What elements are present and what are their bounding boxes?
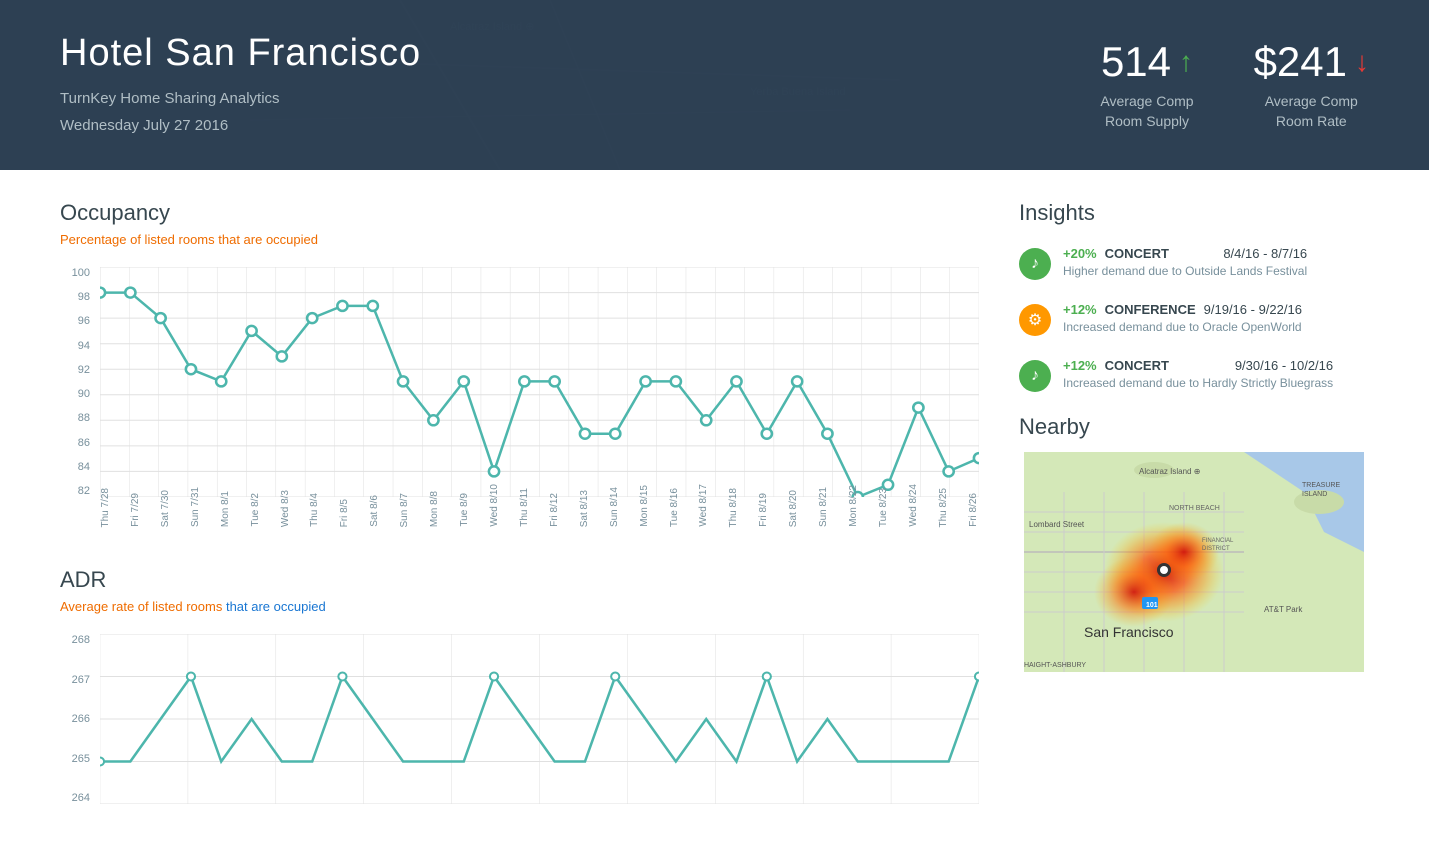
- insight-content-1: +20% CONCERT 8/4/16 - 8/7/16 Higher dema…: [1063, 246, 1307, 278]
- adr-subtitle: Average rate of listed rooms that are oc…: [60, 599, 979, 614]
- subtitle-line1: TurnKey Home Sharing Analytics: [60, 85, 421, 112]
- main-content: Occupancy Percentage of listed rooms tha…: [0, 170, 1429, 864]
- insight-item-2: ⚙ +12% CONFERENCE 9/19/16 - 9/22/16 Incr…: [1019, 302, 1369, 336]
- insight-desc-1: Higher demand due to Outside Lands Festi…: [1063, 264, 1307, 278]
- insight-icon-concert-1: ♪: [1019, 248, 1051, 280]
- insight-pct-2: +12%: [1063, 302, 1097, 317]
- insight-date-1: 8/4/16 - 8/7/16: [1223, 246, 1307, 261]
- occupancy-svg: [100, 267, 979, 497]
- stat-value-rate: $241 ↓: [1254, 38, 1369, 86]
- stat-value-supply: 514 ↑: [1100, 38, 1193, 86]
- svg-text:San Francisco: San Francisco: [1084, 624, 1174, 640]
- insights-section: Insights ♪ +20% CONCERT 8/4/16 - 8/7/16 …: [1019, 200, 1369, 392]
- header-stats: 514 ↑ Average Comp Room Supply $241 ↓ Av…: [1100, 38, 1369, 131]
- insight-pct-3: +12%: [1063, 358, 1097, 373]
- insight-pct-1: +20%: [1063, 246, 1097, 261]
- occupancy-chart: 100 98 96 94 92 90 88 86 84 82: [60, 267, 979, 527]
- hotel-subtitle: TurnKey Home Sharing Analytics Wednesday…: [60, 85, 421, 139]
- map-container[interactable]: Alcatraz Island ⊕ TREASURE ISLAND: [1019, 452, 1369, 672]
- insight-content-2: +12% CONFERENCE 9/19/16 - 9/22/16 Increa…: [1063, 302, 1302, 334]
- adr-y-labels: 268 267 266 265 264: [60, 634, 95, 804]
- left-panel: Occupancy Percentage of listed rooms tha…: [60, 200, 1019, 834]
- arrow-down-icon: ↓: [1355, 46, 1369, 78]
- insight-date-3: 9/30/16 - 10/2/16: [1235, 358, 1333, 373]
- insight-item-1: ♪ +20% CONCERT 8/4/16 - 8/7/16 Higher de…: [1019, 246, 1369, 280]
- svg-text:Yerba Buena Island: Yerba Buena Island: [750, 86, 846, 98]
- adr-svg: [100, 634, 979, 804]
- svg-text:101: 101: [1146, 602, 1158, 609]
- occupancy-section: Occupancy Percentage of listed rooms tha…: [60, 200, 979, 527]
- insight-header-2: +12% CONFERENCE 9/19/16 - 9/22/16: [1063, 302, 1302, 317]
- occupancy-x-labels: Thu 7/28 Fri 7/29 Sat 7/30 Sun 7/31 Mon …: [100, 497, 979, 527]
- insight-desc-3: Increased demand due to Hardly Strictly …: [1063, 376, 1333, 390]
- map-svg: Alcatraz Island ⊕ TREASURE ISLAND: [1019, 452, 1369, 672]
- stat-comp-room-supply: 514 ↑ Average Comp Room Supply: [1100, 38, 1193, 131]
- svg-text:Lombard Street: Lombard Street: [1029, 520, 1085, 529]
- nearby-title: Nearby: [1019, 414, 1369, 440]
- insights-title: Insights: [1019, 200, 1369, 226]
- adr-title: ADR: [60, 567, 979, 593]
- header-left: Hotel San Francisco TurnKey Home Sharing…: [60, 32, 421, 139]
- svg-text:ISLAND: ISLAND: [1302, 491, 1327, 498]
- insight-desc-2: Increased demand due to Oracle OpenWorld: [1063, 320, 1302, 334]
- insight-icon-conference: ⚙: [1019, 304, 1051, 336]
- insight-content-3: +12% CONCERT 9/30/16 - 10/2/16 Increased…: [1063, 358, 1333, 390]
- svg-text:Alcatraz Island ⊕: Alcatraz Island ⊕: [450, 21, 534, 33]
- stat-label-supply: Average Comp Room Supply: [1100, 92, 1193, 131]
- insight-date-2: 9/19/16 - 9/22/16: [1204, 302, 1302, 317]
- insight-item-3: ♪ +12% CONCERT 9/30/16 - 10/2/16 Increas…: [1019, 358, 1369, 392]
- hotel-title: Hotel San Francisco: [60, 32, 421, 75]
- adr-chart: 268 267 266 265 264: [60, 634, 979, 834]
- insight-header-3: +12% CONCERT 9/30/16 - 10/2/16: [1063, 358, 1333, 373]
- stat-label-rate: Average Comp Room Rate: [1254, 92, 1369, 131]
- svg-text:AT&T Park: AT&T Park: [1264, 605, 1303, 614]
- nearby-section: Nearby Alcatraz Island ⊕ TREASURE I: [1019, 414, 1369, 672]
- svg-text:Alcatraz Island ⊕: Alcatraz Island ⊕: [1139, 467, 1200, 476]
- header: Alcatraz Island ⊕ Yerba Buena Island Hot…: [0, 0, 1429, 170]
- insight-type-3: CONCERT: [1105, 358, 1169, 373]
- svg-text:HAIGHT-ASHBURY: HAIGHT-ASHBURY: [1024, 662, 1086, 669]
- insight-icon-concert-2: ♪: [1019, 360, 1051, 392]
- stat-comp-room-rate: $241 ↓ Average Comp Room Rate: [1254, 38, 1369, 131]
- occupancy-title: Occupancy: [60, 200, 979, 226]
- svg-text:TREASURE: TREASURE: [1302, 482, 1340, 489]
- subtitle-line2: Wednesday July 27 2016: [60, 112, 421, 139]
- svg-text:FINANCIAL: FINANCIAL: [1202, 538, 1234, 544]
- right-panel: Insights ♪ +20% CONCERT 8/4/16 - 8/7/16 …: [1019, 200, 1369, 834]
- arrow-up-icon: ↑: [1179, 46, 1193, 78]
- svg-text:NORTH BEACH: NORTH BEACH: [1169, 505, 1220, 512]
- supply-number: 514: [1101, 38, 1171, 86]
- insight-type-2: CONFERENCE: [1105, 302, 1196, 317]
- occupancy-y-labels: 100 98 96 94 92 90 88 86 84 82: [60, 267, 95, 497]
- insight-type-1: CONCERT: [1105, 246, 1169, 261]
- svg-text:DISTRICT: DISTRICT: [1202, 546, 1230, 552]
- rate-number: $241: [1254, 38, 1347, 86]
- adr-section: ADR Average rate of listed rooms that ar…: [60, 567, 979, 834]
- insight-header-1: +20% CONCERT 8/4/16 - 8/7/16: [1063, 246, 1307, 261]
- occupancy-subtitle: Percentage of listed rooms that are occu…: [60, 232, 979, 247]
